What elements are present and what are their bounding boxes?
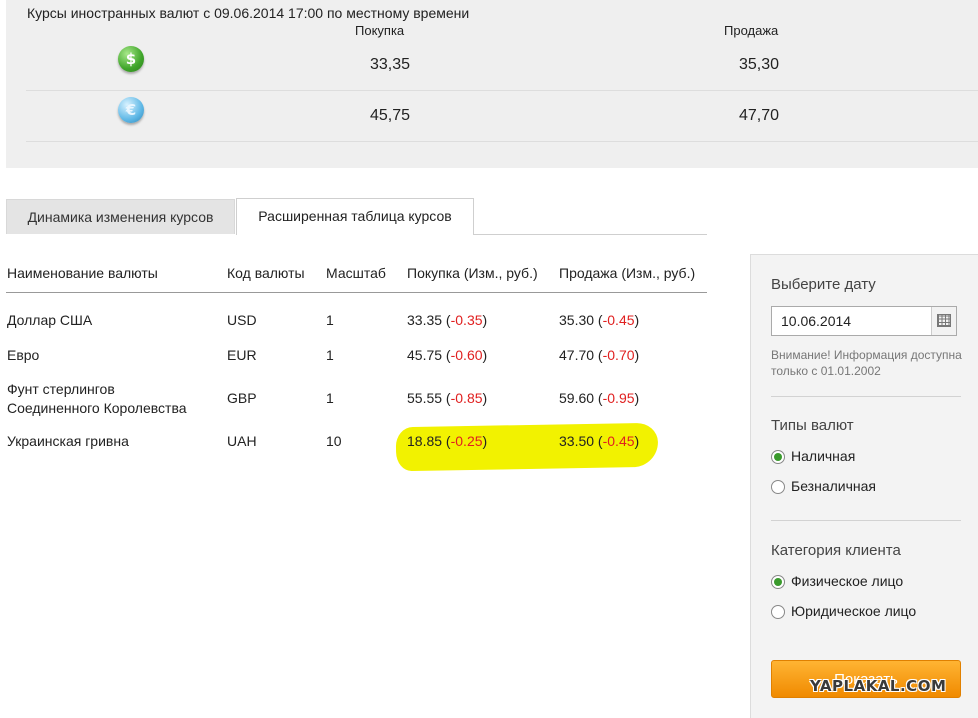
- sell-rate: 35.30 (-0.45): [559, 312, 640, 328]
- buy-rate: 55.55 (-0.85): [407, 390, 488, 406]
- date-label: Выберите дату: [771, 276, 876, 293]
- currency-name: Украинская гривна: [7, 433, 129, 449]
- rate-row-eur: € 45,75 47,70: [26, 91, 978, 142]
- buy-value: 33.35: [407, 312, 443, 328]
- date-input[interactable]: [771, 306, 957, 336]
- radio-unchecked-icon[interactable]: [771, 480, 785, 494]
- currency-code: GBP: [227, 390, 257, 406]
- radio-checked-icon[interactable]: [771, 575, 785, 589]
- radio-checked-icon[interactable]: [771, 450, 785, 464]
- sell-value: 33.50: [559, 433, 595, 449]
- radio-individual[interactable]: Физическое лицо: [771, 573, 903, 589]
- radio-cashless[interactable]: Безналичная: [771, 478, 876, 494]
- currency-scale: 1: [326, 390, 334, 406]
- buy-change: -0.85: [450, 390, 483, 406]
- currency-code: EUR: [227, 347, 257, 363]
- sell-rate: 59.60 (-0.95): [559, 390, 640, 406]
- sell-value: 35.30: [559, 312, 595, 328]
- sidebar-divider: [771, 396, 961, 397]
- radio-unchecked-icon[interactable]: [771, 605, 785, 619]
- sell-change: -0.70: [602, 347, 635, 363]
- radio-cash-label: Наличная: [791, 448, 856, 464]
- calendar-button[interactable]: [931, 307, 956, 335]
- client-category-label: Категория клиента: [771, 542, 901, 559]
- buy-change: -0.35: [450, 312, 483, 328]
- radio-cash[interactable]: Наличная: [771, 448, 855, 464]
- currency-type-label: Типы валют: [771, 417, 854, 434]
- header-currency-code: Код валюты: [227, 265, 305, 281]
- currency-name: Фунт стерлингов Соединенного Королевства: [7, 380, 187, 418]
- sell-change: -0.95: [602, 390, 635, 406]
- sidebar-divider: [771, 520, 961, 521]
- radio-legal-entity-label: Юридическое лицо: [791, 603, 917, 619]
- sell-rate: 33.50 (-0.45): [559, 433, 640, 449]
- rates-panel: Курсы иностранных валют с 09.06.2014 17:…: [6, 0, 978, 168]
- currency-scale: 10: [326, 433, 342, 449]
- table-header-divider: [6, 292, 707, 293]
- buy-value: 45.75: [407, 347, 443, 363]
- sell-value: 59.60: [559, 390, 595, 406]
- currency-code: UAH: [227, 433, 257, 449]
- radio-legal-entity[interactable]: Юридическое лицо: [771, 603, 916, 619]
- currency-name-line1: Фунт стерлингов: [7, 381, 115, 397]
- currency-scale: 1: [326, 312, 334, 328]
- tab-rate-dynamics[interactable]: Динамика изменения курсов: [6, 199, 235, 234]
- header-scale: Масштаб: [326, 265, 386, 281]
- currency-code: USD: [227, 312, 257, 328]
- header-sell: Продажа (Изм., руб.): [559, 265, 696, 281]
- rates-title: Курсы иностранных валют с 09.06.2014 17:…: [27, 5, 470, 21]
- buy-column-header: Покупка: [355, 23, 405, 38]
- buy-rate: 33.35 (-0.35): [407, 312, 488, 328]
- buy-rate: 18.85 (-0.25): [407, 433, 488, 449]
- currency-name: Евро: [7, 347, 40, 363]
- sell-change: -0.45: [602, 433, 635, 449]
- currency-name: Доллар США: [7, 312, 93, 328]
- buy-value: 55.55: [407, 390, 443, 406]
- euro-coin-icon: €: [118, 97, 144, 123]
- eur-buy-rate: 45,75: [370, 107, 411, 124]
- rate-row-usd: $ 33,35 35,30: [26, 40, 978, 91]
- buy-rate: 45.75 (-0.60): [407, 347, 488, 363]
- buy-change: -0.25: [450, 433, 483, 449]
- currency-name-line2: Соединенного Королевства: [7, 400, 187, 416]
- site-watermark: YAPLAKAL.COM: [810, 677, 947, 695]
- sell-value: 47.70: [559, 347, 595, 363]
- sell-rate: 47.70 (-0.70): [559, 347, 640, 363]
- buy-change: -0.60: [450, 347, 483, 363]
- radio-cashless-label: Безналичная: [791, 478, 876, 494]
- usd-sell-rate: 35,30: [739, 56, 780, 73]
- date-availability-note: Внимание! Информация доступна только с 0…: [771, 348, 962, 378]
- header-buy: Покупка (Изм., руб.): [407, 265, 538, 281]
- currency-scale: 1: [326, 347, 334, 363]
- tab-extended-table[interactable]: Расширенная таблица курсов: [236, 198, 474, 235]
- radio-individual-label: Физическое лицо: [791, 573, 904, 589]
- tab-divider: [474, 234, 707, 235]
- calendar-icon: [937, 314, 951, 327]
- sell-change: -0.45: [602, 312, 635, 328]
- usd-buy-rate: 33,35: [370, 56, 411, 73]
- dollar-coin-icon: $: [118, 46, 144, 72]
- sell-column-header: Продажа: [724, 23, 779, 38]
- eur-sell-rate: 47,70: [739, 107, 780, 124]
- filter-sidebar: Выберите дату Внимание! Информация досту…: [750, 254, 978, 718]
- header-currency-name: Наименование валюты: [7, 265, 158, 281]
- buy-value: 18.85: [407, 433, 443, 449]
